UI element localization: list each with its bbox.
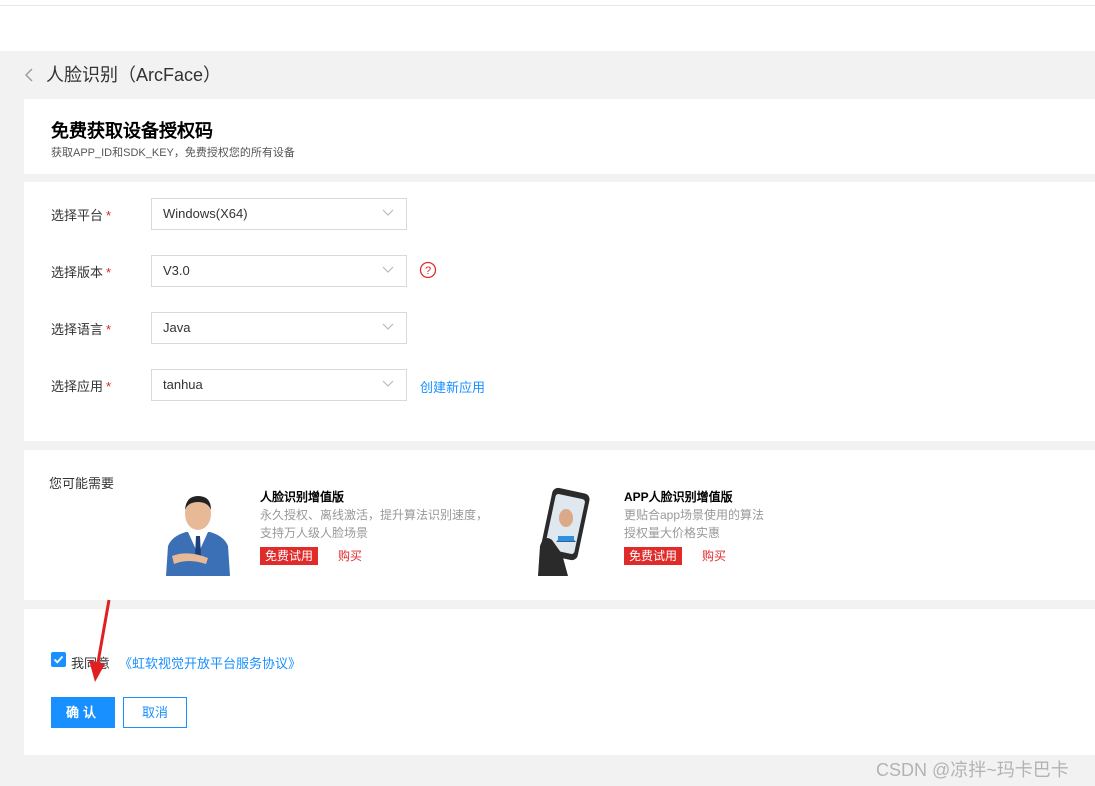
- free-trial-button[interactable]: 免费试用: [260, 547, 319, 565]
- required-mark: *: [106, 322, 112, 337]
- chevron-down-icon: [382, 209, 394, 216]
- app-label: 选择应用 *: [51, 379, 112, 394]
- language-select[interactable]: Java: [151, 312, 407, 344]
- intro-title: 免费获取设备授权码: [51, 121, 213, 141]
- question-circle-icon[interactable]: ?: [419, 261, 437, 279]
- version-select[interactable]: V3.0: [151, 255, 407, 287]
- recommend-card: 您可能需要 人脸识别增值版 永久授权、离线激活，提升算法识别速度，支持万人级人脸…: [24, 450, 1095, 600]
- chevron-down-icon: [382, 266, 394, 273]
- product-desc: 永久授权、离线激活，提升算法识别速度，支持万人级人脸场景: [260, 508, 489, 540]
- title-bar: 人脸识别（ArcFace）: [0, 51, 1095, 99]
- chevron-down-icon: [382, 380, 394, 387]
- red-arrow-annotation: [89, 599, 111, 682]
- required-mark: *: [106, 208, 112, 223]
- csdn-watermark: CSDN @凉拌~玛卡巴卡: [876, 760, 1069, 780]
- cancel-button[interactable]: 取消: [123, 697, 187, 728]
- app-value: tanhua: [163, 377, 203, 392]
- platform-select[interactable]: Windows(X64): [151, 198, 407, 230]
- version-row: 选择版本 * V3.0 ?: [24, 255, 624, 287]
- check-icon: [53, 655, 64, 664]
- required-mark: *: [106, 379, 112, 394]
- free-trial-button[interactable]: 免费试用: [624, 547, 683, 565]
- chevron-left-icon[interactable]: [22, 67, 36, 83]
- language-row: 选择语言 * Java: [24, 312, 624, 344]
- buy-link[interactable]: 购买: [702, 547, 726, 565]
- service-agreement-link[interactable]: 《虹软视觉开放平台服务协议》: [119, 653, 301, 672]
- product-desc: 更贴合app场景使用的算法授权量大价格实惠: [624, 508, 765, 540]
- agreement-card: 我同意 《虹软视觉开放平台服务协议》 确认 取消: [24, 609, 1095, 755]
- recommend-title: 您可能需要: [49, 476, 115, 491]
- version-label: 选择版本 *: [51, 265, 112, 280]
- top-border: [0, 0, 1095, 6]
- platform-value: Windows(X64): [163, 206, 248, 221]
- create-app-link[interactable]: 创建新应用: [420, 377, 485, 396]
- product-name: APP人脸识别增值版: [624, 490, 733, 504]
- app-row: 选择应用 * tanhua 创建新应用: [24, 369, 624, 401]
- version-value: V3.0: [163, 263, 190, 278]
- phone-face-photo: [522, 484, 602, 576]
- svg-text:?: ?: [425, 265, 431, 277]
- confirm-button[interactable]: 确认: [51, 697, 115, 728]
- platform-label: 选择平台 *: [51, 208, 112, 223]
- page-title: 人脸识别（ArcFace）: [46, 65, 222, 85]
- app-select[interactable]: tanhua: [151, 369, 407, 401]
- product-name: 人脸识别增值版: [260, 490, 345, 504]
- platform-row: 选择平台 * Windows(X64): [24, 198, 624, 230]
- intro-subtitle: 获取APP_ID和SDK_KEY，免费授权您的所有设备: [51, 147, 295, 159]
- product-card: APP人脸识别增值版 更贴合app场景使用的算法授权量大价格实惠 免费试用 购买: [522, 484, 852, 584]
- intro-card: 免费获取设备授权码 获取APP_ID和SDK_KEY，免费授权您的所有设备: [24, 99, 1095, 174]
- required-mark: *: [106, 265, 112, 280]
- language-label: 选择语言 *: [51, 322, 112, 337]
- buy-link[interactable]: 购买: [338, 547, 362, 565]
- language-value: Java: [163, 320, 191, 335]
- businessman-photo: [158, 484, 238, 576]
- product-card: 人脸识别增值版 永久授权、离线激活，提升算法识别速度，支持万人级人脸场景 免费试…: [158, 484, 488, 584]
- chevron-down-icon: [382, 323, 394, 330]
- form-card: 选择平台 * Windows(X64) 选择版本 * V3.0 ? 选择语言 * Ja…: [24, 182, 1095, 441]
- agree-checkbox[interactable]: [51, 652, 66, 667]
